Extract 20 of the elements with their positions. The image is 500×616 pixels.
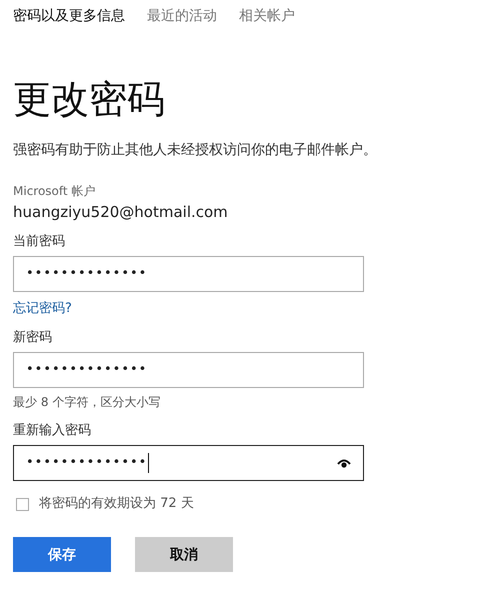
password-field[interactable]: ••••••••••••••: [13, 352, 364, 388]
account-label: Microsoft 帐户: [13, 183, 96, 200]
field-label: 重新输入密码: [13, 422, 92, 440]
forgot-password-link[interactable]: 忘记密码?: [13, 300, 72, 318]
password-field[interactable]: ••••••••••••••: [13, 445, 364, 481]
save-button[interactable]: 保存: [13, 537, 111, 572]
page-title: 更改密码: [13, 76, 166, 123]
eye-icon[interactable]: [337, 458, 351, 468]
tab[interactable]: 密码以及更多信息: [13, 7, 125, 25]
password-field[interactable]: ••••••••••••••: [13, 256, 364, 292]
tab[interactable]: 最近的活动: [147, 7, 217, 25]
account-email: huangziyu520@hotmail.com: [13, 202, 229, 222]
field-label: 新密码: [13, 329, 53, 347]
hint-text: 最少 8 个字符，区分大小写: [13, 394, 162, 411]
checkbox-label: 将密码的有效期设为 72 天: [39, 495, 194, 513]
cancel-button[interactable]: 取消: [135, 537, 233, 572]
tab[interactable]: 相关帐户: [239, 7, 295, 25]
field-label: 当前密码: [13, 233, 66, 251]
description-text: 强密码有助于防止其他人未经授权访问你的电子邮件帐户。: [13, 141, 378, 160]
checkbox[interactable]: [16, 498, 29, 510]
